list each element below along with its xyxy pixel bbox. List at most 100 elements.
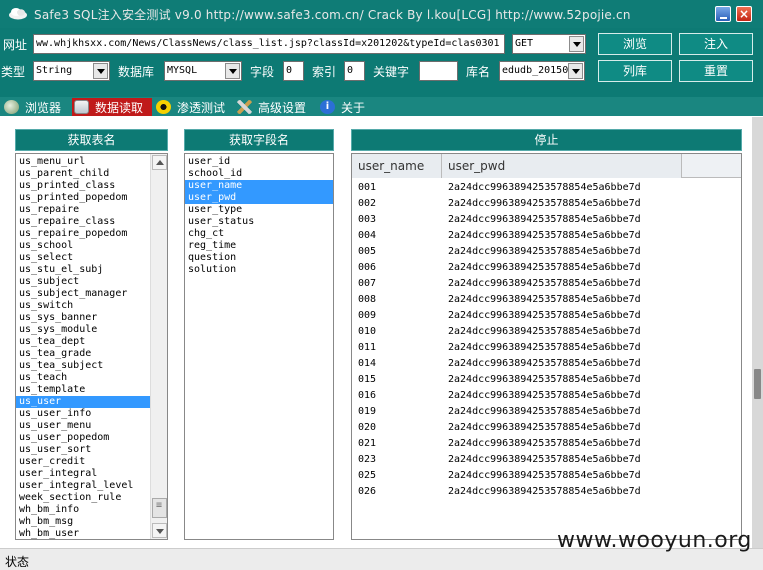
list-db-button[interactable]: 列库	[598, 60, 672, 82]
reset-button[interactable]: 重置	[679, 60, 753, 82]
info-icon: i	[320, 100, 335, 114]
close-button[interactable]: ×	[736, 6, 752, 22]
table-list-item[interactable]: wh_bm_user	[16, 528, 150, 539]
tab-advanced[interactable]: 高级设置	[237, 98, 313, 116]
column-header-user-name[interactable]: user_name	[352, 154, 442, 178]
field-list-item[interactable]: question	[185, 252, 333, 264]
table-row[interactable]: 001 2a24dcc9963894253578854e5a6bbe7d	[352, 180, 741, 196]
field-list-item[interactable]: user_status	[185, 216, 333, 228]
table-list-item[interactable]: us_user_popedom	[16, 432, 150, 444]
field-list-item[interactable]: user_name	[185, 180, 333, 192]
field-list-item[interactable]: solution	[185, 264, 333, 276]
chevron-down-icon[interactable]	[568, 63, 583, 79]
field-list-item[interactable]: chg_ct	[185, 228, 333, 240]
data-grid[interactable]: user_name user_pwd 001 2a24dcc99638942535…	[351, 153, 742, 540]
table-list-item[interactable]: user_integral_level	[16, 480, 150, 492]
table-list-item[interactable]: us_school	[16, 240, 150, 252]
table-row[interactable]: 025 2a24dcc9963894253578854e5a6bbe7d	[352, 468, 741, 484]
table-row[interactable]: 008 2a24dcc9963894253578854e5a6bbe7d	[352, 292, 741, 308]
table-list-item[interactable]: wh_bm_msg	[16, 516, 150, 528]
table-list-item[interactable]: us_repaire_popedom	[16, 228, 150, 240]
field-count-input[interactable]: 0	[283, 61, 304, 81]
table-row[interactable]: 020 2a24dcc9963894253578854e5a6bbe7d	[352, 420, 741, 436]
tab-data-read[interactable]: 数据读取	[72, 98, 152, 116]
chevron-down-icon[interactable]	[93, 63, 108, 79]
type-select[interactable]: String	[33, 61, 110, 81]
field-list-item[interactable]: user_id	[185, 156, 333, 168]
tables-list[interactable]: us_menu_url us_parent_child us_printed_cla…	[15, 153, 168, 540]
table-row[interactable]: 004 2a24dcc9963894253578854e5a6bbe7d	[352, 228, 741, 244]
table-row[interactable]: 021 2a24dcc9963894253578854e5a6bbe7d	[352, 436, 741, 452]
table-row[interactable]: 011 2a24dcc9963894253578854e5a6bbe7d	[352, 340, 741, 356]
table-list-item[interactable]: us_sys_module	[16, 324, 150, 336]
inject-button[interactable]: 注入	[679, 33, 753, 55]
table-list-item[interactable]: us_menu_url	[16, 156, 150, 168]
database-select[interactable]: MYSQL	[164, 61, 242, 81]
scroll-thumb[interactable]	[152, 498, 167, 518]
tab-about[interactable]: i 关于	[320, 98, 370, 116]
index-input[interactable]: 0	[344, 61, 365, 81]
table-list-item[interactable]: us_printed_popedom	[16, 192, 150, 204]
table-list-item[interactable]: user_integral	[16, 468, 150, 480]
tab-browser[interactable]: 浏览器	[4, 98, 70, 116]
table-list-item[interactable]: us_parent_child	[16, 168, 150, 180]
table-list-item[interactable]: us_subject	[16, 276, 150, 288]
table-list-item[interactable]: us_tea_grade	[16, 348, 150, 360]
get-tables-button[interactable]: 获取表名	[15, 129, 168, 151]
table-list-item[interactable]: us_tea_subject	[16, 360, 150, 372]
url-input[interactable]: ww.whjkhsxx.com/News/ClassNews/class_lis…	[33, 34, 505, 54]
cell-user-pwd: 2a24dcc9963894253578854e5a6bbe7d	[448, 246, 641, 257]
table-list-item[interactable]: us_printed_class	[16, 180, 150, 192]
get-fields-button[interactable]: 获取字段名	[184, 129, 334, 151]
field-list-item[interactable]: school_id	[185, 168, 333, 180]
table-list-item[interactable]: week_section_rule	[16, 492, 150, 504]
table-row[interactable]: 014 2a24dcc9963894253578854e5a6bbe7d	[352, 356, 741, 372]
table-row[interactable]: 019 2a24dcc9963894253578854e5a6bbe7d	[352, 404, 741, 420]
table-list-item[interactable]: us_select	[16, 252, 150, 264]
table-list-item[interactable]: us_user_menu	[16, 420, 150, 432]
table-list-item[interactable]: wh_bm_info	[16, 504, 150, 516]
minimize-button[interactable]	[715, 6, 731, 22]
table-row[interactable]: 005 2a24dcc9963894253578854e5a6bbe7d	[352, 244, 741, 260]
table-row[interactable]: 006 2a24dcc9963894253578854e5a6bbe7d	[352, 260, 741, 276]
field-list-item[interactable]: user_pwd	[185, 192, 333, 204]
table-row[interactable]: 016 2a24dcc9963894253578854e5a6bbe7d	[352, 388, 741, 404]
tab-pentest[interactable]: 渗透测试	[156, 98, 232, 116]
field-list-item[interactable]: reg_time	[185, 240, 333, 252]
dbname-select[interactable]: edudb_20150	[499, 61, 585, 81]
browse-button[interactable]: 浏览	[598, 33, 672, 55]
fields-list[interactable]: user_id school_id user_name user_pwd user_ty…	[184, 153, 334, 540]
table-list-item[interactable]: us_user_sort	[16, 444, 150, 456]
table-list-item[interactable]: us_teach	[16, 372, 150, 384]
resize-handle[interactable]	[754, 369, 761, 399]
field-list-item[interactable]: user_type	[185, 204, 333, 216]
table-list-item[interactable]: us_repaire_class	[16, 216, 150, 228]
scroll-down-icon[interactable]	[152, 523, 167, 538]
table-list-item[interactable]: us_template	[16, 384, 150, 396]
table-row[interactable]: 010 2a24dcc9963894253578854e5a6bbe7d	[352, 324, 741, 340]
table-list-item[interactable]: us_stu_el_subj	[16, 264, 150, 276]
table-list-item[interactable]: us_repaire	[16, 204, 150, 216]
stop-button[interactable]: 停止	[351, 129, 742, 151]
scroll-up-icon[interactable]	[152, 155, 167, 170]
table-row[interactable]: 009 2a24dcc9963894253578854e5a6bbe7d	[352, 308, 741, 324]
table-row[interactable]: 002 2a24dcc9963894253578854e5a6bbe7d	[352, 196, 741, 212]
table-list-item[interactable]: us_user_info	[16, 408, 150, 420]
table-list-item[interactable]: us_sys_banner	[16, 312, 150, 324]
table-row[interactable]: 026 2a24dcc9963894253578854e5a6bbe7d	[352, 484, 741, 500]
table-list-item[interactable]: us_switch	[16, 300, 150, 312]
keyword-input[interactable]	[419, 61, 458, 81]
chevron-down-icon[interactable]	[569, 36, 584, 52]
column-header-user-pwd[interactable]: user_pwd	[442, 154, 682, 178]
table-row[interactable]: 015 2a24dcc9963894253578854e5a6bbe7d	[352, 372, 741, 388]
table-list-item[interactable]: us_tea_dept	[16, 336, 150, 348]
method-select[interactable]: GET	[512, 34, 586, 54]
table-list-item[interactable]: user_credit	[16, 456, 150, 468]
table-row[interactable]: 007 2a24dcc9963894253578854e5a6bbe7d	[352, 276, 741, 292]
table-list-item[interactable]: us_user	[16, 396, 150, 408]
tables-scrollbar[interactable]	[150, 154, 167, 539]
table-row[interactable]: 003 2a24dcc9963894253578854e5a6bbe7d	[352, 212, 741, 228]
table-row[interactable]: 023 2a24dcc9963894253578854e5a6bbe7d	[352, 452, 741, 468]
table-list-item[interactable]: us_subject_manager	[16, 288, 150, 300]
chevron-down-icon[interactable]	[225, 63, 240, 79]
